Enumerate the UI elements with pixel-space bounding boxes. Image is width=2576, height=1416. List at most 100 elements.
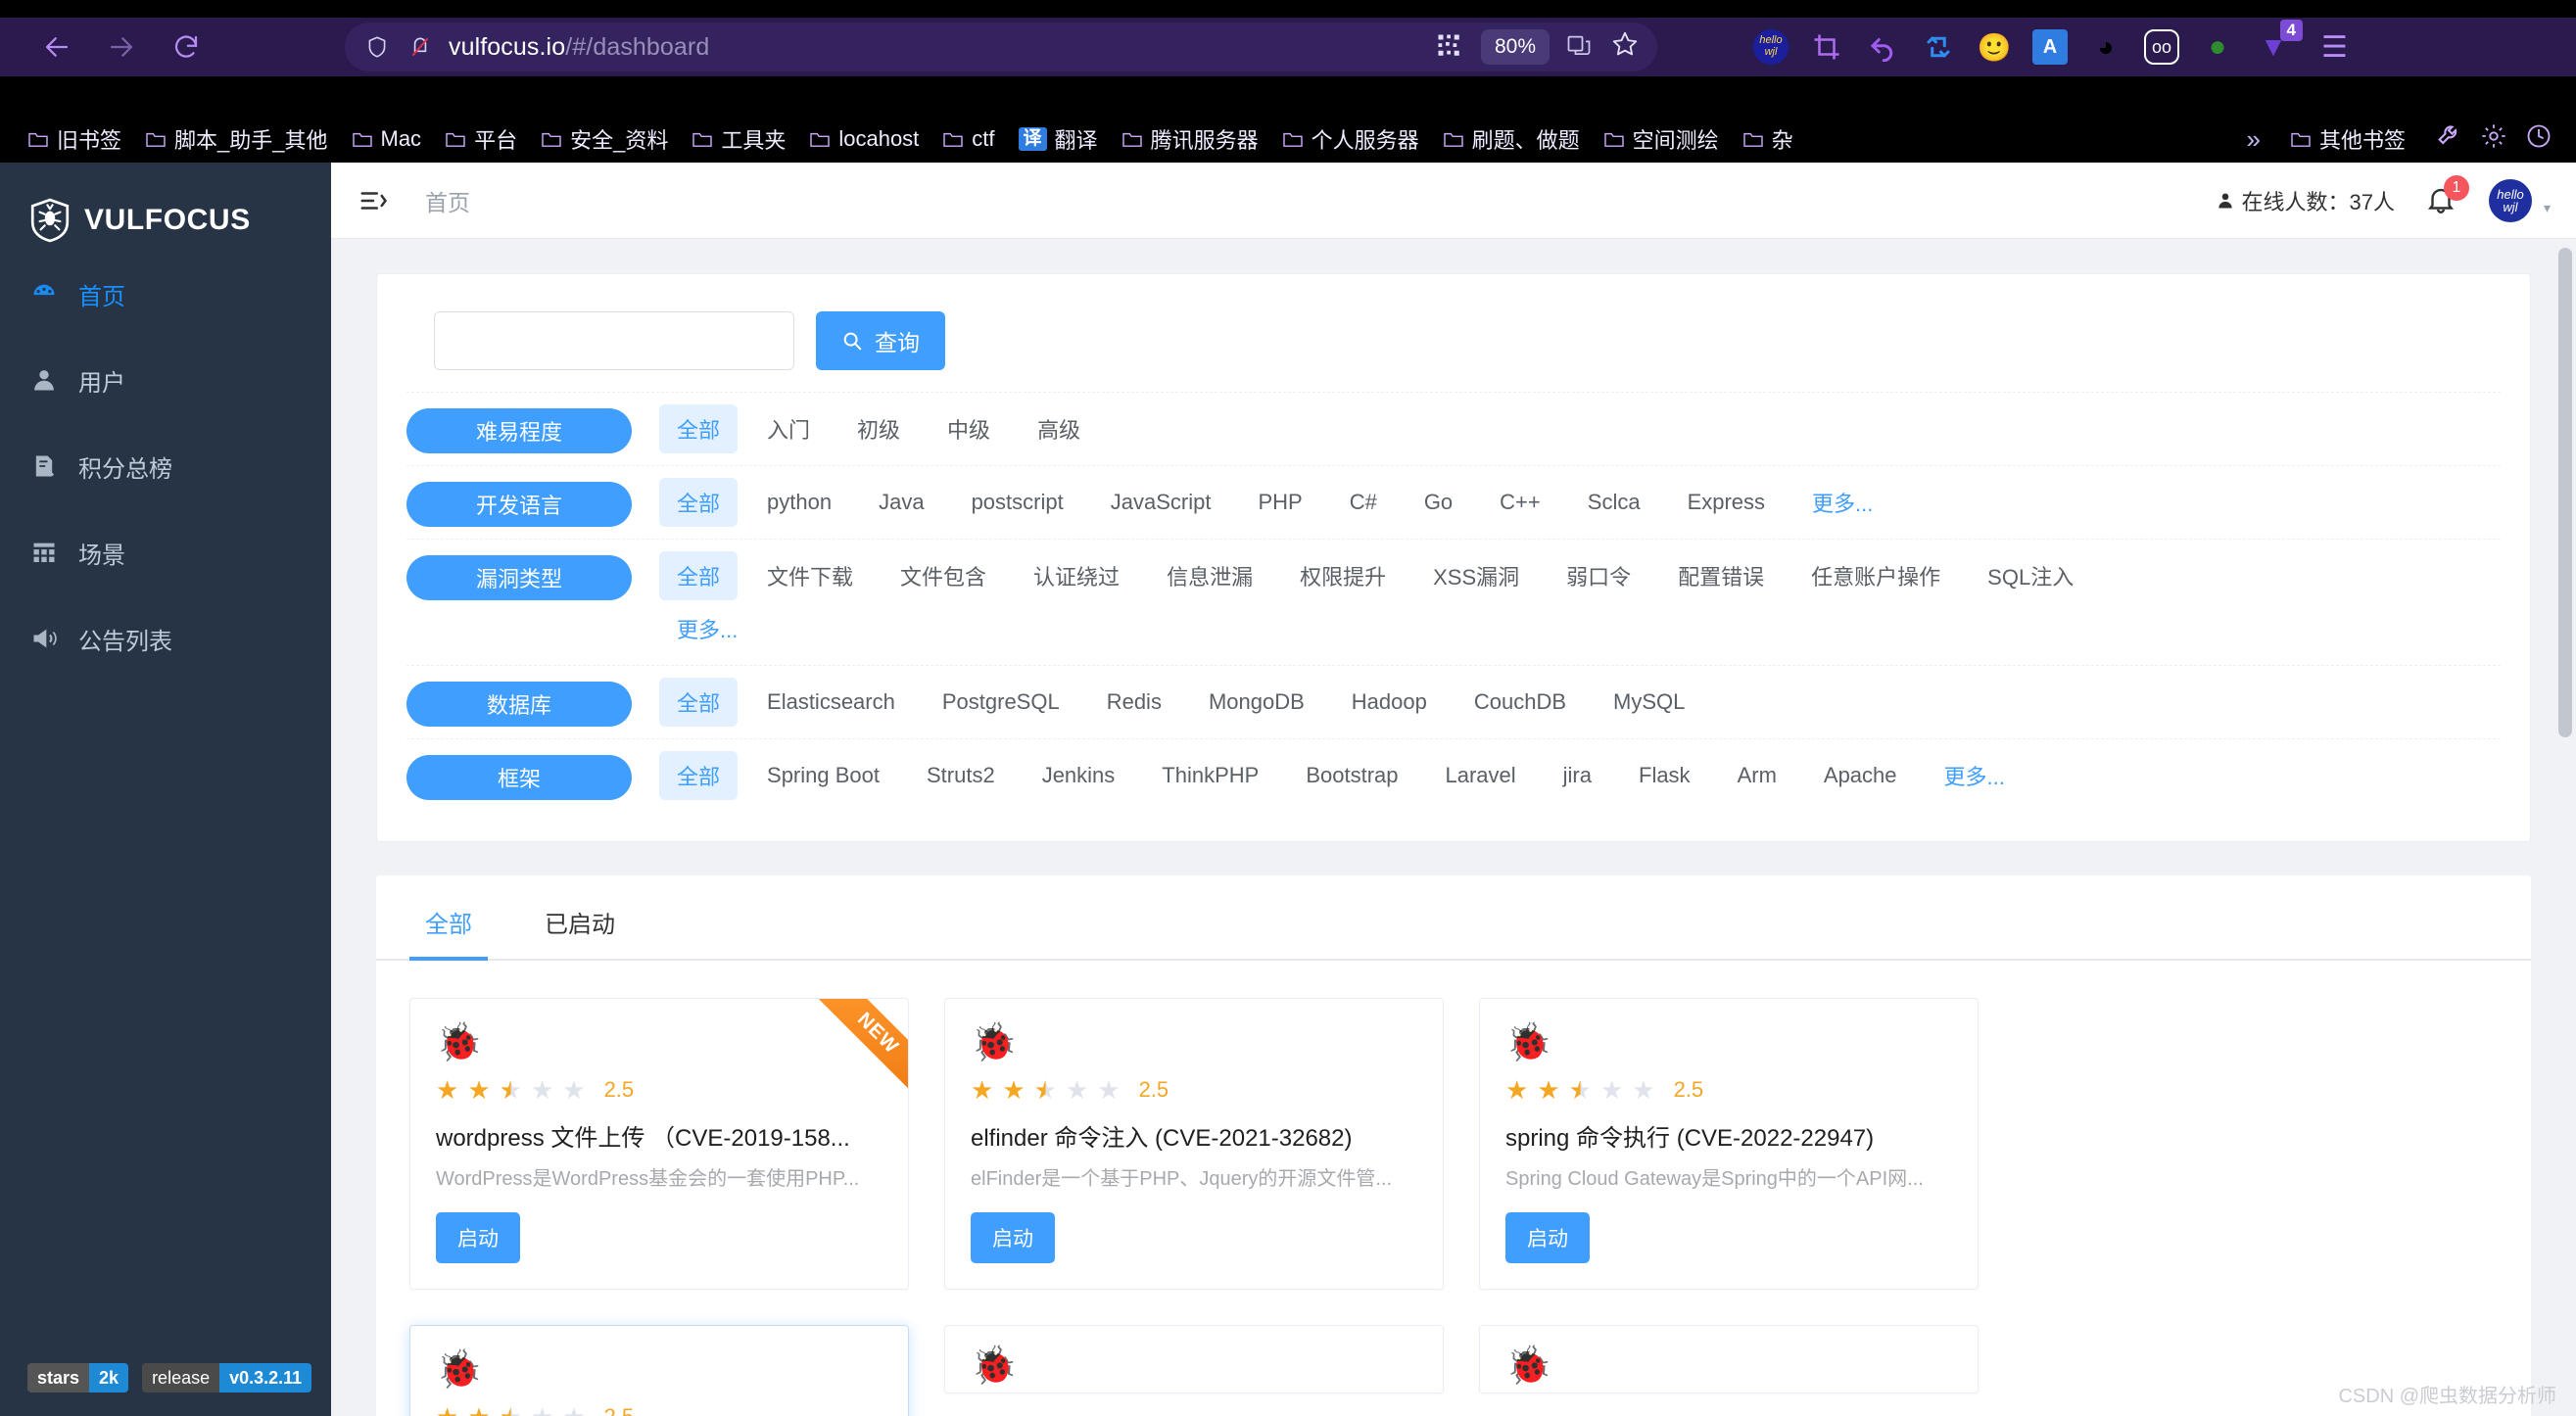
sidebar-item-users[interactable]: 用户 (0, 337, 331, 423)
filter-option[interactable]: 高级 (1020, 404, 1098, 453)
filter-option[interactable]: C# (1332, 481, 1395, 524)
filter-option[interactable]: 全部 (659, 678, 739, 727)
hello-wjl-extension-icon[interactable]: hello wjl (1753, 29, 1789, 65)
bookmark-item[interactable]: Mac (340, 122, 434, 156)
vuln-card[interactable]: 🐞 (1479, 1325, 1979, 1393)
query-button[interactable]: 查询 (816, 311, 945, 370)
filter-option[interactable]: 入门 (749, 404, 828, 453)
vuln-card[interactable]: 🐞 ★ ★ ★ ★ ★ 2.5 spring 命令执行 (CVE-2022-22… (1479, 998, 1979, 1290)
bookmark-item[interactable]: 个人服务器 (1270, 119, 1431, 159)
start-button[interactable]: 启动 (1505, 1212, 1590, 1263)
forward-arrow-icon[interactable] (102, 27, 141, 67)
hamburger-menu-icon[interactable]: ☰ (2321, 30, 2348, 65)
bookmark-item[interactable]: 旧书签 (16, 119, 133, 159)
bookmark-item[interactable]: 安全_资料 (529, 119, 680, 159)
filter-option[interactable]: 全部 (659, 551, 739, 600)
tab-all[interactable]: 全部 (409, 905, 488, 961)
download-extension-icon[interactable]: ▼ 4 (2256, 20, 2303, 65)
filter-option[interactable]: 权限提升 (1282, 551, 1404, 600)
filter-option[interactable]: Struts2 (909, 754, 1013, 797)
sidebar-item-ranking[interactable]: 积分总榜 (0, 423, 331, 509)
avatar[interactable]: hello wjl (2488, 178, 2532, 222)
filter-option[interactable]: 任意账户操作 (1793, 551, 1958, 600)
bookmark-item[interactable]: 工具夹 (680, 119, 797, 159)
bookmark-item[interactable]: 空间测绘 (1592, 119, 1731, 159)
filter-option[interactable]: PHP (1240, 481, 1319, 524)
filter-option[interactable]: Express (1670, 481, 1783, 524)
filter-option[interactable]: 配置错误 (1660, 551, 1782, 600)
sidebar-item-home[interactable]: 首页 (0, 251, 331, 337)
tracker-blocked-icon[interactable] (405, 32, 435, 62)
tab-started[interactable]: 已启动 (529, 905, 631, 959)
filter-option[interactable]: PostgreSQL (925, 681, 1077, 724)
start-button[interactable]: 启动 (436, 1212, 520, 1263)
filter-option[interactable]: 初级 (839, 404, 918, 453)
filter-option[interactable]: 认证绕过 (1016, 551, 1137, 600)
collapse-menu-icon[interactable] (357, 184, 390, 217)
filter-option[interactable]: SQL注入 (1970, 551, 2091, 600)
filter-option[interactable]: Sclca (1570, 481, 1658, 524)
bookmark-item[interactable]: 脚本_助手_其他 (133, 119, 339, 159)
filter-option[interactable]: Bootstrap (1288, 754, 1415, 797)
filter-option[interactable]: Spring Boot (749, 754, 897, 797)
bookmark-item[interactable]: 平台 (433, 119, 529, 159)
filter-option[interactable]: Redis (1089, 681, 1179, 724)
filter-option[interactable]: Elasticsearch (749, 681, 913, 724)
other-bookmarks-folder[interactable]: 其他书签 (2278, 119, 2417, 159)
avatar-extension-icon[interactable]: 🙂 (1977, 29, 2012, 65)
filter-option[interactable]: JavaScript (1093, 481, 1229, 524)
qr-code-icon[interactable] (1436, 32, 1465, 62)
filter-option[interactable]: postscript (954, 481, 1081, 524)
vuln-card[interactable]: 🐞 ★ ★ ★ ★ ★ 2.5 wordpress CSRF （CVE-2022… (409, 1325, 909, 1416)
bookmark-item-translate[interactable]: 译翻译 (1007, 119, 1110, 159)
filter-option[interactable]: Laravel (1428, 754, 1534, 797)
filter-option[interactable]: 文件下载 (749, 551, 871, 600)
bookmark-item[interactable]: 腾讯服务器 (1110, 119, 1270, 159)
filter-option[interactable]: ThinkPHP (1144, 754, 1276, 797)
bookmark-item[interactable]: 杂 (1731, 119, 1805, 159)
filter-option[interactable]: 文件包含 (883, 551, 1004, 600)
filter-option[interactable]: Hadoop (1334, 681, 1445, 724)
notifications-bell[interactable]: 1 (2424, 174, 2469, 218)
balls-extension-icon[interactable]: ◕ (2088, 29, 2123, 65)
vuln-card[interactable]: 🐞 (944, 1325, 1444, 1393)
gear-icon[interactable] (2480, 122, 2507, 157)
bookmark-item[interactable]: 刷题、做题 (1431, 119, 1592, 159)
chevron-down-icon[interactable]: ▾ (2544, 200, 2551, 216)
filter-option[interactable]: 全部 (659, 751, 739, 800)
bookmarks-overflow-icon[interactable]: » (2247, 124, 2261, 155)
filter-more-link[interactable]: 更多... (1794, 478, 1890, 527)
oo-extension-icon[interactable]: oo (2144, 29, 2179, 65)
filter-option[interactable]: jira (1546, 754, 1609, 797)
undo-extension-icon[interactable] (1865, 29, 1900, 65)
filter-option[interactable]: MongoDB (1191, 681, 1322, 724)
bookmark-star-icon[interactable] (1610, 29, 1640, 66)
translate-page-icon[interactable] (1565, 32, 1595, 62)
filter-option[interactable]: Jenkins (1025, 754, 1133, 797)
filter-option[interactable]: 中级 (930, 404, 1008, 453)
filter-option[interactable]: XSS漏洞 (1415, 551, 1537, 600)
vuln-card[interactable]: 🐞 ★ ★ ★ ★ ★ 2.5 elfinder 命令注入 (CVE-2021-… (944, 998, 1444, 1290)
filter-option[interactable]: python (749, 481, 849, 524)
filter-option[interactable]: Arm (1720, 754, 1794, 797)
stars-badge[interactable]: stars 2k (27, 1363, 129, 1392)
filter-option[interactable]: Apache (1806, 754, 1915, 797)
filter-option[interactable]: Go (1407, 481, 1470, 524)
filter-more-link[interactable]: 更多... (1927, 751, 2023, 800)
crop-extension-icon[interactable] (1809, 29, 1844, 65)
filter-option[interactable]: CouchDB (1456, 681, 1584, 724)
shield-icon[interactable] (362, 32, 392, 62)
filter-option[interactable]: 全部 (659, 404, 739, 453)
zoom-level-indicator[interactable]: 80% (1480, 29, 1550, 65)
filter-option[interactable]: Flask (1621, 754, 1708, 797)
sidebar-item-scenes[interactable]: 场景 (0, 509, 331, 595)
wrench-icon[interactable] (2435, 122, 2462, 157)
filter-option[interactable]: 全部 (659, 478, 739, 527)
history-icon[interactable] (2525, 122, 2552, 157)
page-scrollbar-thumb[interactable] (2558, 248, 2572, 737)
sidebar-item-announcements[interactable]: 公告列表 (0, 595, 331, 682)
search-input[interactable] (434, 311, 794, 370)
bookmark-item[interactable]: locahost (797, 122, 930, 156)
filter-option[interactable]: MySQL (1596, 681, 1702, 724)
brand-logo-area[interactable]: VULFOCUS (0, 163, 331, 251)
